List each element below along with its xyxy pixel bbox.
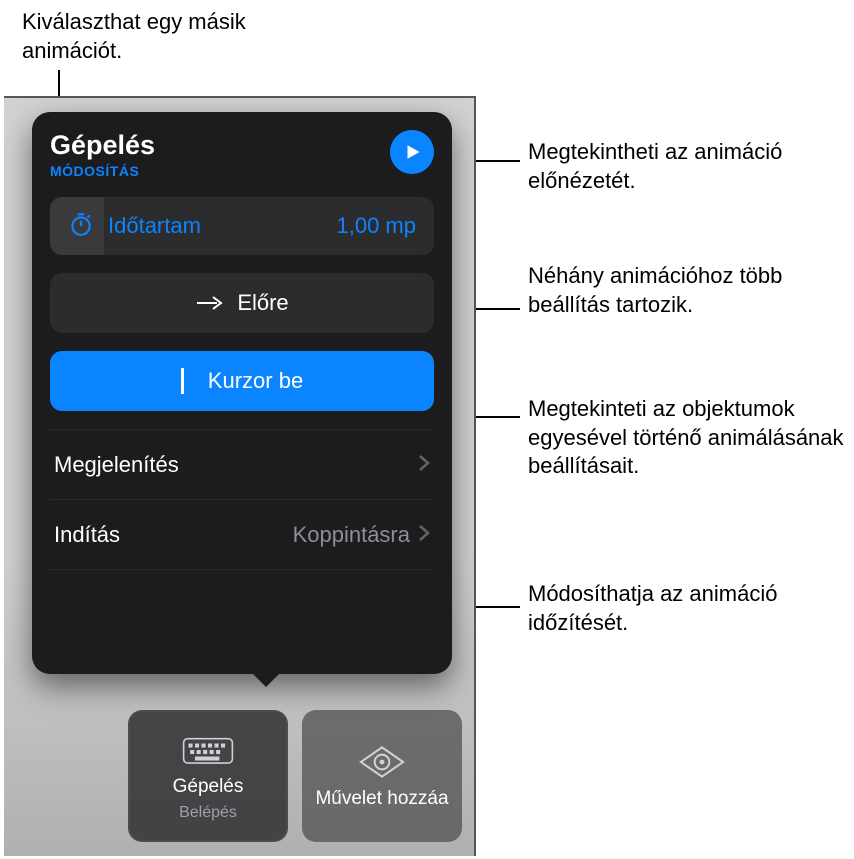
direction-button[interactable]: Előre: [50, 273, 434, 333]
action-target-icon: [356, 742, 408, 782]
cursor-toggle-button[interactable]: Kurzor be: [50, 351, 434, 411]
arrow-right-icon: [195, 293, 223, 313]
start-value: Koppintásra: [293, 522, 410, 548]
callout-more-settings: Néhány animációhoz több beállítás tartoz…: [528, 262, 838, 319]
tile-add-action-label: Művelet hozzáa: [315, 788, 448, 810]
duration-slider[interactable]: Időtartam 1,00 mp: [50, 197, 434, 255]
animation-tiles: Gépelés Belépés Művelet hozzáa: [128, 710, 462, 842]
stopwatch-icon: [68, 211, 94, 242]
duration-value: 1,00 mp: [337, 213, 417, 239]
device-frame: Gépelés MÓDOSÍTÁS Időtartam 1,00 mp: [4, 96, 476, 856]
start-row[interactable]: Indítás Koppintásra: [50, 499, 434, 569]
chevron-right-icon: [418, 452, 430, 478]
keyboard-icon: [182, 730, 234, 770]
delivery-row[interactable]: Megjelenítés: [50, 429, 434, 499]
start-label: Indítás: [54, 522, 120, 548]
duration-label: Időtartam: [108, 213, 337, 239]
play-icon: [403, 142, 421, 162]
modify-link[interactable]: MÓDOSÍTÁS: [50, 163, 155, 179]
tile-typing-label: Gépelés: [173, 776, 244, 798]
animation-settings-popover: Gépelés MÓDOSÍTÁS Időtartam 1,00 mp: [32, 112, 452, 674]
callout-timing: Módosíthatja az animáció időzítését.: [528, 580, 848, 637]
tile-typing-sublabel: Belépés: [179, 804, 237, 822]
preview-play-button[interactable]: [390, 130, 434, 174]
delivery-label: Megjelenítés: [54, 452, 179, 478]
chevron-right-icon: [418, 522, 430, 548]
callout-preview: Megtekintheti az animáció előnézetét.: [528, 138, 838, 195]
text-cursor-icon: [181, 368, 184, 394]
callout-change-animation: Kiválaszthat egy másik animációt.: [22, 8, 282, 65]
next-row-peek: [50, 569, 434, 597]
callout-delivery-settings: Megtekinteti az objektumok egyesével tör…: [528, 395, 848, 481]
tile-typing[interactable]: Gépelés Belépés: [128, 710, 288, 842]
panel-header: Gépelés MÓDOSÍTÁS: [50, 130, 434, 179]
direction-label: Előre: [237, 290, 288, 316]
panel-title-block: Gépelés MÓDOSÍTÁS: [50, 130, 155, 179]
animation-name-title: Gépelés: [50, 130, 155, 161]
cursor-toggle-label: Kurzor be: [208, 368, 303, 394]
tile-add-action[interactable]: Művelet hozzáa: [302, 710, 462, 842]
